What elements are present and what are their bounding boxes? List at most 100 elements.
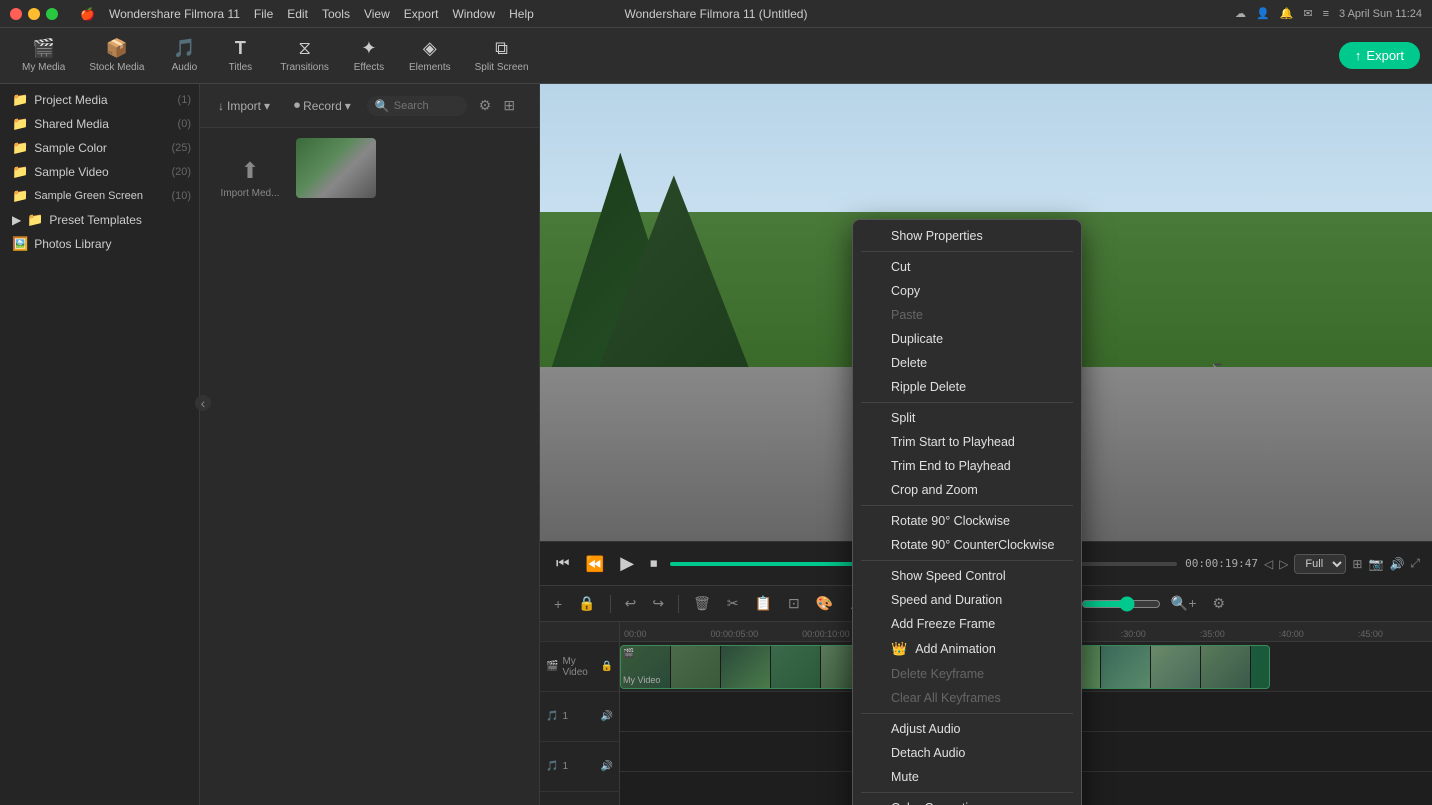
cm-add-animation[interactable]: 👑 Add Animation bbox=[853, 636, 1081, 662]
next-frame-icon[interactable]: ▷ bbox=[1279, 557, 1288, 571]
folder-icon: 📁 bbox=[12, 140, 28, 156]
menu-export[interactable]: Export bbox=[398, 5, 445, 23]
menu-window[interactable]: Window bbox=[446, 5, 501, 23]
sidebar-item-project-media[interactable]: 📁 Project Media (1) bbox=[0, 88, 199, 112]
volume-icon[interactable]: 🔊 bbox=[1389, 557, 1404, 571]
media-thumbnail[interactable] bbox=[296, 138, 376, 198]
search-box[interactable]: 🔍 bbox=[367, 96, 467, 116]
cm-trim-end[interactable]: Trim End to Playhead bbox=[853, 454, 1081, 478]
cm-rotate-ccw[interactable]: Rotate 90° CounterClockwise bbox=[853, 533, 1081, 557]
menu-tools[interactable]: Tools bbox=[316, 5, 356, 23]
cm-show-properties[interactable]: Show Properties bbox=[853, 224, 1081, 248]
sidebar-item-sample-green-screen[interactable]: 📁 Sample Green Screen (10) bbox=[0, 184, 199, 208]
cm-cut[interactable]: Cut bbox=[853, 255, 1081, 279]
tab-audio[interactable]: 🎵 Audio bbox=[158, 34, 210, 77]
screenshot-icon[interactable]: 📷 bbox=[1368, 557, 1383, 571]
fit-icon[interactable]: ⊞ bbox=[1352, 557, 1362, 571]
time-display: 00:00:19:47 bbox=[1185, 557, 1258, 570]
zoom-slider[interactable] bbox=[1081, 596, 1161, 612]
cm-copy[interactable]: Copy bbox=[853, 279, 1081, 303]
search-input[interactable] bbox=[394, 100, 459, 112]
tl-copy-media[interactable]: 📋 bbox=[749, 591, 778, 616]
cm-add-freeze[interactable]: Add Freeze Frame bbox=[853, 612, 1081, 636]
cm-show-speed[interactable]: Show Speed Control bbox=[853, 564, 1081, 588]
cloud-icon[interactable]: ☁ bbox=[1235, 7, 1246, 20]
menu-file[interactable]: File bbox=[248, 5, 279, 23]
menu-help[interactable]: Help bbox=[503, 5, 540, 23]
tab-my-media[interactable]: 🎬 My Media bbox=[12, 34, 75, 77]
tab-stock-media[interactable]: 📦 Stock Media bbox=[79, 34, 154, 77]
upload-icon: ⬆ bbox=[241, 158, 259, 184]
cm-adjust-audio[interactable]: Adjust Audio bbox=[853, 717, 1081, 741]
track-audio2-mute[interactable]: 🔊 bbox=[601, 761, 613, 772]
close-button[interactable] bbox=[10, 8, 22, 20]
cm-speed-duration[interactable]: Speed and Duration bbox=[853, 588, 1081, 612]
tab-elements[interactable]: ◈ Elements bbox=[399, 34, 461, 77]
window-controls[interactable] bbox=[10, 8, 58, 20]
record-chevron: ▾ bbox=[345, 99, 351, 113]
titlebar-right: ☁ 👤 🔔 ✉ ≡ 3 April Sun 11:24 bbox=[1235, 7, 1422, 20]
menu-edit[interactable]: Edit bbox=[281, 5, 314, 23]
tl-lock[interactable]: 🔒 bbox=[572, 591, 601, 616]
sidebar-item-sample-color[interactable]: 📁 Sample Color (25) bbox=[0, 136, 199, 160]
message-icon[interactable]: ✉ bbox=[1303, 7, 1312, 20]
sidebar-item-sample-video[interactable]: 📁 Sample Video (20) bbox=[0, 160, 199, 184]
play-button[interactable]: ▶ bbox=[616, 551, 638, 576]
cm-split[interactable]: Split bbox=[853, 406, 1081, 430]
tl-delete[interactable]: 🗑 bbox=[687, 591, 717, 616]
cm-mute[interactable]: Mute bbox=[853, 765, 1081, 789]
cm-clear-keyframes[interactable]: Clear All Keyframes bbox=[853, 686, 1081, 710]
folder-icon: 📁 bbox=[12, 164, 28, 180]
cm-paste[interactable]: Paste bbox=[853, 303, 1081, 327]
minimize-button[interactable] bbox=[28, 8, 40, 20]
stop-button[interactable]: ⏹ bbox=[646, 553, 662, 574]
maximize-button[interactable] bbox=[46, 8, 58, 20]
menu-icon[interactable]: ≡ bbox=[1323, 8, 1329, 20]
tab-titles[interactable]: T Titles bbox=[214, 34, 266, 77]
sidebar-item-preset-templates[interactable]: ▶ 📁 Preset Templates bbox=[0, 208, 199, 232]
media-toolbar: ↓ Import ▾ ⏺ Record ▾ 🔍 ⚙ ⊞ bbox=[200, 84, 539, 128]
fullscreen-icon[interactable]: ⤢ bbox=[1410, 556, 1420, 571]
sidebar-item-photos-library[interactable]: 🖼️ Photos Library bbox=[0, 232, 199, 256]
tl-zoom-in[interactable]: 🔍+ bbox=[1165, 591, 1203, 616]
notification-icon[interactable]: 🔔 bbox=[1280, 7, 1294, 20]
step-back-button[interactable]: ⏪ bbox=[582, 553, 609, 575]
sidebar-collapse-btn[interactable]: ‹ bbox=[195, 395, 211, 411]
cm-color-correction[interactable]: Color Correction bbox=[853, 796, 1081, 805]
tab-split-screen[interactable]: ⧉ Split Screen bbox=[465, 34, 539, 77]
grid-icon[interactable]: ⊞ bbox=[503, 97, 515, 114]
account-icon[interactable]: 👤 bbox=[1256, 7, 1270, 20]
cm-detach-audio[interactable]: Detach Audio bbox=[853, 741, 1081, 765]
prev-frame-icon[interactable]: ◁ bbox=[1264, 557, 1273, 571]
tl-color-btn[interactable]: 🎨 bbox=[810, 591, 839, 616]
export-button[interactable]: ↑ Export bbox=[1339, 42, 1420, 69]
quality-select[interactable]: Full 1/2 1/4 bbox=[1294, 554, 1346, 574]
tl-zoom-fit[interactable]: ⊡ bbox=[782, 591, 806, 616]
cm-ripple-delete[interactable]: Ripple Delete bbox=[853, 375, 1081, 399]
import-button[interactable]: ↓ Import ▾ bbox=[210, 96, 278, 116]
sidebar-item-shared-media[interactable]: 📁 Shared Media (0) bbox=[0, 112, 199, 136]
tl-new-track[interactable]: + bbox=[548, 592, 568, 616]
tab-transitions[interactable]: ⧖ Transitions bbox=[270, 34, 339, 77]
filter-icon[interactable]: ⚙ bbox=[479, 97, 492, 114]
track-lock-btn[interactable]: 🔒 bbox=[601, 661, 613, 672]
skip-back-button[interactable]: ⏮ bbox=[552, 553, 574, 574]
cm-rotate-cw[interactable]: Rotate 90° Clockwise bbox=[853, 509, 1081, 533]
tl-redo[interactable]: ↪ bbox=[646, 591, 670, 616]
menu-view[interactable]: View bbox=[358, 5, 396, 23]
tl-settings[interactable]: ⚙ bbox=[1207, 591, 1232, 616]
tl-cut[interactable]: ✂ bbox=[721, 591, 745, 616]
tab-effects[interactable]: ✦ Effects bbox=[343, 34, 395, 77]
menu-app[interactable]: Wondershare Filmora 11 bbox=[103, 5, 246, 23]
cm-crop-zoom[interactable]: Crop and Zoom bbox=[853, 478, 1081, 502]
cm-trim-start[interactable]: Trim Start to Playhead bbox=[853, 430, 1081, 454]
menu-apple[interactable]: 🍎 bbox=[74, 5, 101, 23]
tl-undo[interactable]: ↩ bbox=[619, 591, 643, 616]
thumb-12 bbox=[1201, 646, 1251, 688]
cm-delete[interactable]: Delete bbox=[853, 351, 1081, 375]
track-audio1-mute[interactable]: 🔊 bbox=[601, 711, 613, 722]
cm-duplicate[interactable]: Duplicate bbox=[853, 327, 1081, 351]
cm-delete-keyframe[interactable]: Delete Keyframe bbox=[853, 662, 1081, 686]
record-button[interactable]: ⏺ Record ▾ bbox=[286, 95, 359, 116]
import-media-btn[interactable]: ⬆ Import Med... bbox=[210, 138, 290, 218]
